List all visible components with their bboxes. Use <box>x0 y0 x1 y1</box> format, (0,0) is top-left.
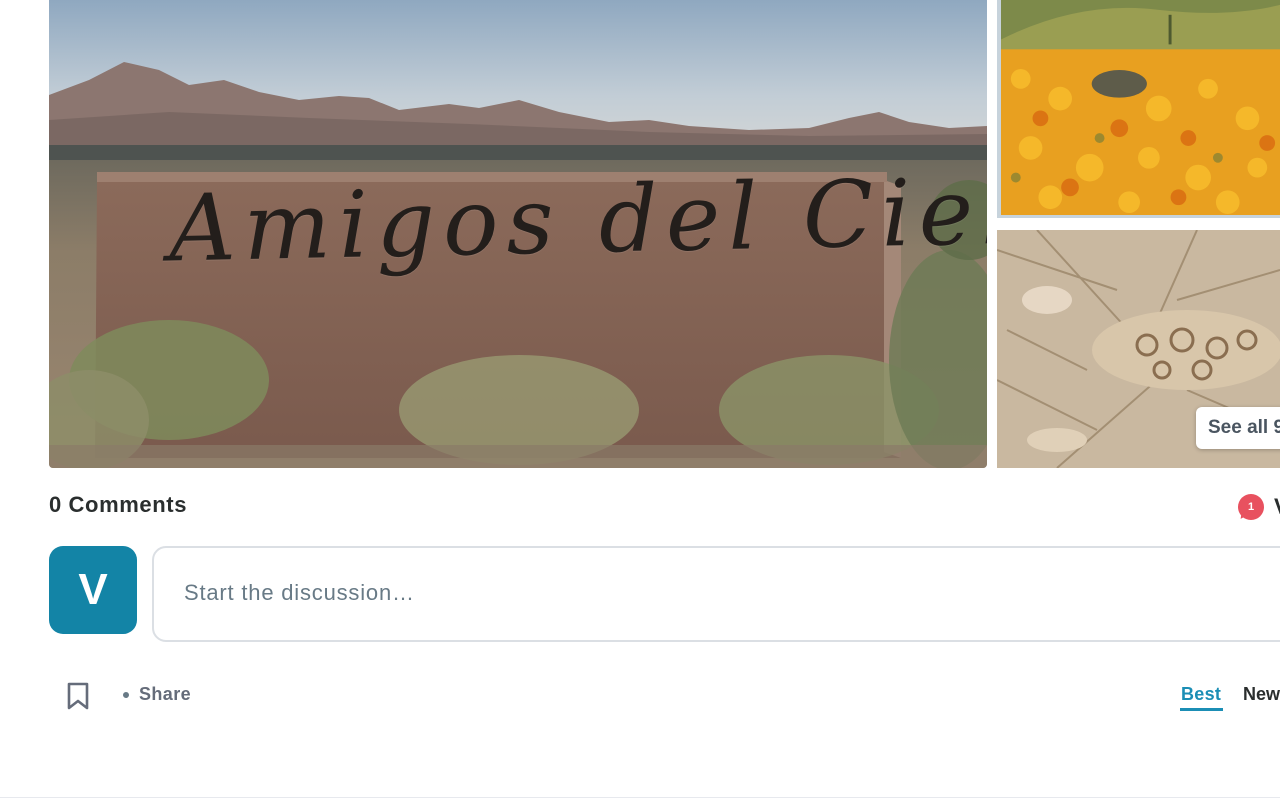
see-all-photos-button[interactable]: See all 9 <box>1196 407 1280 449</box>
notification-indicator[interactable]: 1 V <box>1237 494 1280 522</box>
active-sort-indicator <box>1180 708 1223 711</box>
sort-tab-best[interactable]: Best <box>1181 684 1221 705</box>
comment-composer-input[interactable]: Start the discussion… <box>152 546 1280 642</box>
gallery-thumb-poppies[interactable] <box>997 0 1280 218</box>
notification-count-badge: 1 <box>1238 494 1264 520</box>
poppies-photo <box>1001 0 1280 215</box>
user-menu-initial[interactable]: V <box>1274 494 1280 520</box>
share-button[interactable]: Share <box>139 684 191 705</box>
footer-divider <box>0 797 1280 798</box>
bookmark-icon[interactable] <box>66 682 90 710</box>
user-avatar[interactable]: V <box>49 546 137 634</box>
sign-text: Amigos del Cielo <box>167 156 987 283</box>
comments-count-heading: 0 Comments <box>49 492 188 517</box>
sort-tab-newest[interactable]: Newest <box>1243 684 1280 705</box>
separator-dot <box>123 692 129 698</box>
composer-placeholder: Start the discussion… <box>184 580 415 605</box>
gallery-main-photo[interactable]: Amigos del Cielo <box>49 0 987 468</box>
